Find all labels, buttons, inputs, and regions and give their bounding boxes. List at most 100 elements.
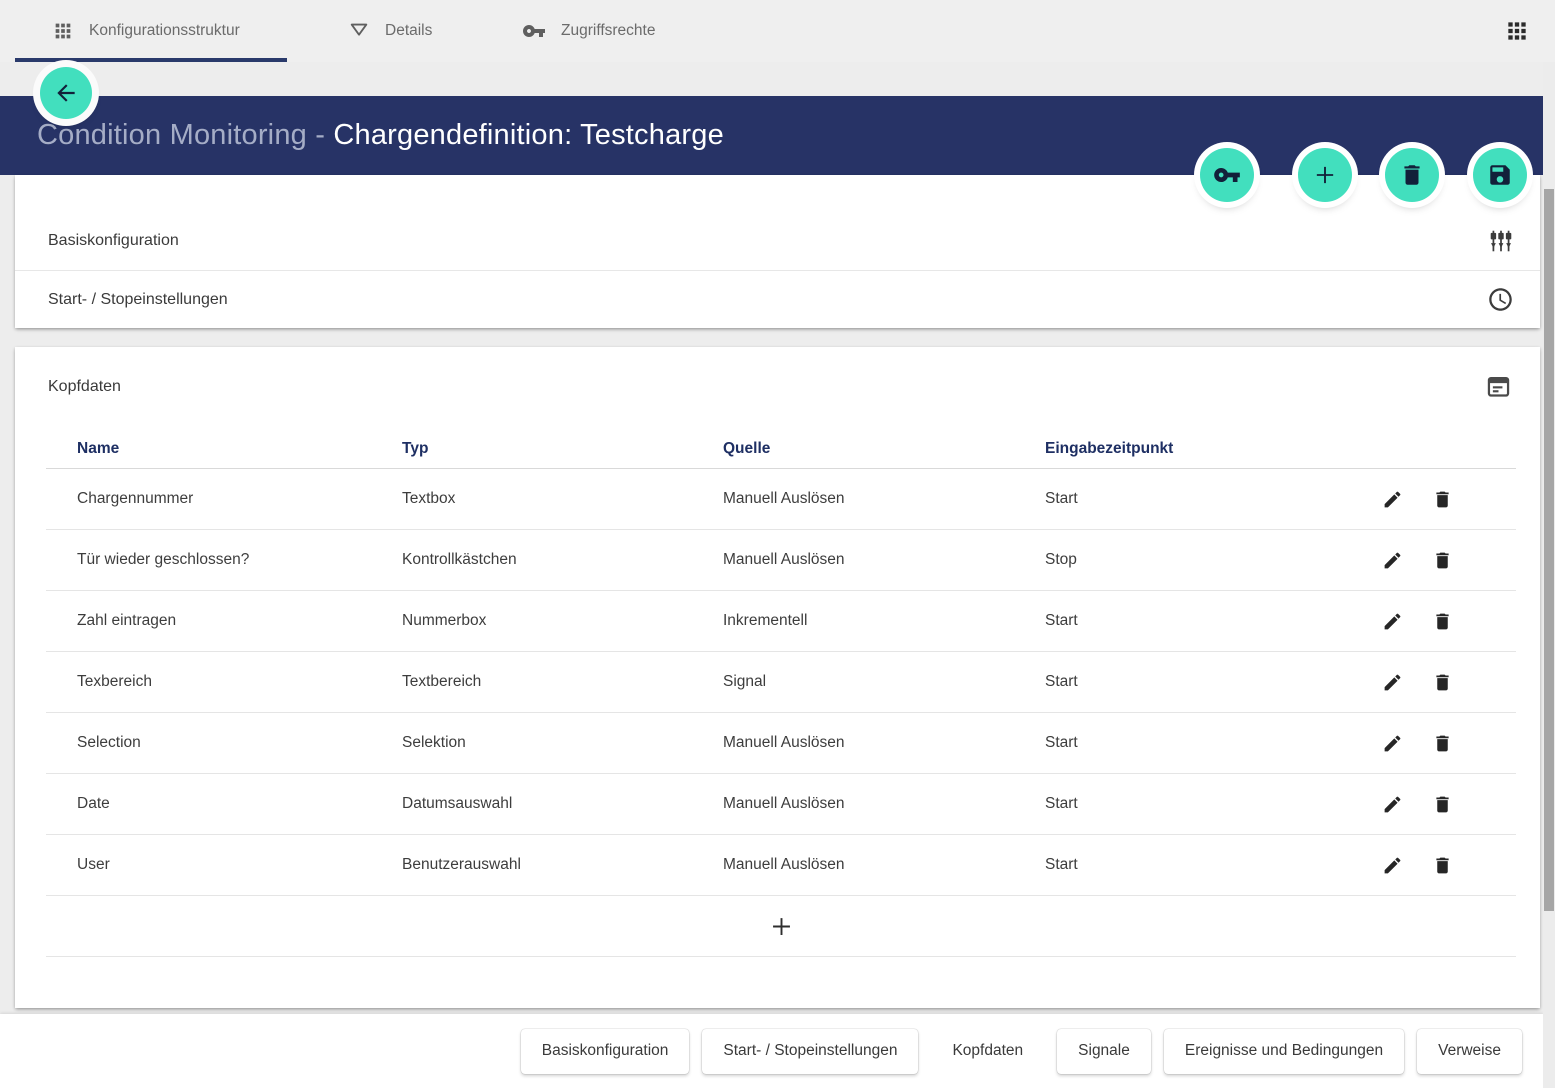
column-header-eingabezeitpunkt: Eingabezeitpunkt [1045, 440, 1516, 458]
delete-row-button[interactable] [1432, 550, 1453, 571]
section-start-stop[interactable]: Start- / Stopeinstellungen [15, 270, 1540, 328]
page-title: Condition Monitoring - Chargendefinition… [37, 119, 724, 152]
footer-nav-button[interactable]: Start- / Stopeinstellungen [702, 1029, 918, 1074]
row-actions [1382, 550, 1453, 571]
tab-label: Konfigurationsstruktur [89, 22, 240, 40]
funnel-icon [348, 20, 370, 42]
cell-name: Texbereich [77, 673, 402, 691]
cell-eingabezeitpunkt: Start [1045, 795, 1078, 813]
cell-typ: Textbox [402, 490, 723, 508]
edit-row-button[interactable] [1382, 611, 1403, 632]
cell-typ: Nummerbox [402, 612, 723, 630]
cell-quelle: Manuell Auslösen [723, 795, 1045, 813]
row-actions [1382, 733, 1453, 754]
edit-row-button[interactable] [1382, 794, 1403, 815]
kopfdaten-title: Kopfdaten [48, 378, 121, 396]
column-header-name: Name [77, 440, 402, 458]
delete-row-button[interactable] [1432, 855, 1453, 876]
footer-nav-button[interactable]: Signale [1057, 1029, 1151, 1074]
trash-icon [1399, 162, 1425, 188]
tab-label: Details [385, 22, 432, 40]
plus-icon [768, 913, 795, 940]
row-actions [1382, 855, 1453, 876]
key-icon [1213, 161, 1241, 189]
edit-row-button[interactable] [1382, 672, 1403, 693]
section-label: Start- / Stopeinstellungen [48, 291, 228, 309]
cell-eingabezeitpunkt: Start [1045, 673, 1078, 691]
edit-row-button[interactable] [1382, 550, 1403, 571]
cell-eingabezeitpunkt: Start [1045, 612, 1078, 630]
plus-icon [1311, 161, 1339, 189]
delete-row-button[interactable] [1432, 489, 1453, 510]
footer-nav-button[interactable]: Kopfdaten [931, 1029, 1044, 1074]
back-button[interactable] [40, 67, 92, 119]
edit-row-button[interactable] [1382, 489, 1403, 510]
cell-name: Chargennummer [77, 490, 402, 508]
row-actions [1382, 611, 1453, 632]
edit-row-button[interactable] [1382, 733, 1403, 754]
save-fab[interactable] [1473, 148, 1527, 202]
footer-nav-button[interactable]: Basiskonfiguration [521, 1029, 690, 1074]
scrollbar-thumb[interactable] [1544, 189, 1554, 911]
cell-name: Selection [77, 734, 402, 752]
active-tab-underline [15, 58, 287, 62]
row-actions [1382, 672, 1453, 693]
kopfdaten-header: Kopfdaten [15, 347, 1540, 400]
footer-bar: Basiskonfiguration Start- / Stopeinstell… [0, 1014, 1543, 1088]
cell-typ: Datumsauswahl [402, 795, 723, 813]
save-icon [1487, 162, 1513, 188]
cell-eingabezeitpunkt: Start [1045, 856, 1078, 874]
cell-name: Tür wieder geschlossen? [77, 551, 402, 569]
tab-zugriffsrechte[interactable]: Zugriffsrechte [522, 0, 655, 62]
kopfdaten-table: Name Typ Quelle Eingabezeitpunkt Chargen… [46, 440, 1516, 957]
tab-bar: Konfigurationsstruktur Details Zugriffsr… [0, 0, 1555, 62]
section-basiskonfiguration[interactable]: Basiskonfiguration [15, 212, 1540, 270]
table-row: User Benutzerauswahl Manuell Auslösen St… [46, 835, 1516, 896]
section-label: Basiskonfiguration [48, 232, 179, 250]
footer-nav-button[interactable]: Ereignisse und Bedingungen [1164, 1029, 1404, 1074]
tab-label: Zugriffsrechte [561, 22, 655, 40]
tab-konfigurationsstruktur[interactable]: Konfigurationsstruktur [52, 0, 240, 62]
delete-row-button[interactable] [1432, 611, 1453, 632]
add-fab[interactable] [1298, 148, 1352, 202]
apps-grid-icon[interactable] [1504, 18, 1530, 44]
row-actions [1382, 794, 1453, 815]
cell-typ: Benutzerauswahl [402, 856, 723, 874]
key-icon [522, 19, 546, 43]
access-key-fab[interactable] [1200, 148, 1254, 202]
cell-name: User [77, 856, 402, 874]
cell-eingabezeitpunkt: Start [1045, 490, 1078, 508]
edit-row-button[interactable] [1382, 855, 1403, 876]
table-row: Date Datumsauswahl Manuell Auslösen Star… [46, 774, 1516, 835]
cell-quelle: Manuell Auslösen [723, 551, 1045, 569]
cell-typ: Kontrollkästchen [402, 551, 723, 569]
table-header-row: Name Typ Quelle Eingabezeitpunkt [46, 440, 1516, 469]
sliders-icon [1488, 228, 1514, 254]
table-row: Zahl eintragen Nummerbox Inkrementell St… [46, 591, 1516, 652]
clock-icon [1487, 286, 1514, 313]
app-root: Konfigurationsstruktur Details Zugriffsr… [0, 0, 1555, 1088]
add-row-button[interactable] [46, 896, 1516, 957]
column-header-typ: Typ [402, 440, 723, 458]
cell-quelle: Signal [723, 673, 1045, 691]
cell-quelle: Manuell Auslösen [723, 856, 1045, 874]
delete-row-button[interactable] [1432, 733, 1453, 754]
row-actions [1382, 489, 1453, 510]
footer-nav-button[interactable]: Verweise [1417, 1029, 1522, 1074]
delete-row-button[interactable] [1432, 794, 1453, 815]
delete-fab[interactable] [1385, 148, 1439, 202]
table-row: Selection Selektion Manuell Auslösen Sta… [46, 713, 1516, 774]
calendar-icon[interactable] [1485, 373, 1512, 400]
cell-typ: Selektion [402, 734, 723, 752]
cell-typ: Textbereich [402, 673, 723, 691]
column-header-quelle: Quelle [723, 440, 1045, 458]
table-row: Chargennummer Textbox Manuell Auslösen S… [46, 469, 1516, 530]
delete-row-button[interactable] [1432, 672, 1453, 693]
scrollbar-track[interactable] [1543, 62, 1555, 1088]
cell-eingabezeitpunkt: Start [1045, 734, 1078, 752]
cell-name: Date [77, 795, 402, 813]
arrow-left-icon [53, 80, 79, 106]
cell-quelle: Inkrementell [723, 612, 1045, 630]
tab-details[interactable]: Details [348, 0, 432, 62]
page-title-prefix: Condition Monitoring - [37, 119, 333, 151]
